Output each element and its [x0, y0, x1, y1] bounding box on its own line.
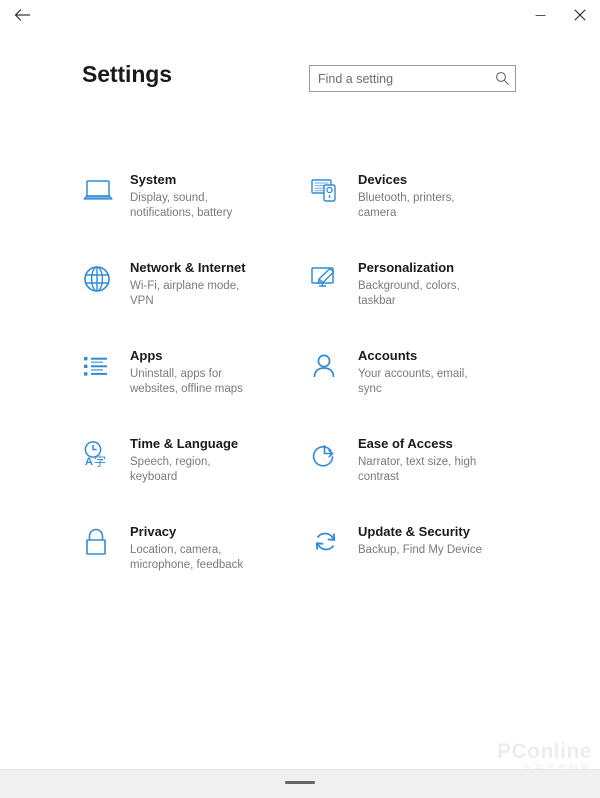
window-controls [520, 0, 600, 30]
search-box[interactable] [309, 65, 516, 92]
tile-description: Your accounts, email, sync [358, 368, 468, 395]
globe-icon [82, 258, 122, 298]
search-input[interactable] [310, 66, 489, 91]
tile-text: Personalization Background, colors, task… [350, 258, 488, 309]
monitor-brush-icon [310, 258, 350, 298]
back-arrow-icon [14, 8, 31, 22]
page-title: Settings [82, 61, 172, 87]
minimize-icon [535, 10, 546, 21]
tile-title: Update & Security [358, 524, 470, 539]
settings-tile-ease-of-access[interactable]: Ease of Access Narrator, text size, high… [310, 432, 532, 520]
settings-tile-privacy[interactable]: Privacy Location, camera, microphone, fe… [82, 520, 310, 608]
settings-tile-system[interactable]: System Display, sound, notifications, ba… [82, 168, 310, 256]
tile-text: Update & Security Backup, Find My Device [350, 522, 482, 558]
tile-title: Devices [358, 172, 408, 187]
person-icon [310, 346, 350, 386]
close-button[interactable] [560, 0, 600, 30]
settings-tile-devices[interactable]: Devices Bluetooth, printers, camera [310, 168, 532, 256]
tile-description: Backup, Find My Device [358, 544, 482, 556]
tile-description: Display, sound, notifications, battery [130, 192, 233, 219]
tile-description: Uninstall, apps for websites, offline ma… [130, 368, 243, 395]
tile-title: Accounts [358, 348, 418, 363]
tile-description: Bluetooth, printers, camera [358, 192, 455, 219]
page-header: Settings [0, 58, 600, 104]
tile-description: Background, colors, taskbar [358, 280, 460, 307]
settings-grid: System Display, sound, notifications, ba… [82, 168, 532, 608]
tile-text: Apps Uninstall, apps for websites, offli… [122, 346, 260, 397]
tile-title: Network & Internet [130, 260, 246, 275]
list-icon [82, 346, 122, 386]
tile-description: Speech, region, keyboard [130, 456, 211, 483]
tile-text: Ease of Access Narrator, text size, high… [350, 434, 488, 485]
minimize-button[interactable] [520, 0, 560, 30]
tile-title: Privacy [130, 524, 177, 539]
svg-text:字: 字 [94, 454, 106, 469]
tile-text: Devices Bluetooth, printers, camera [350, 170, 488, 221]
lock-icon [82, 522, 122, 562]
settings-tile-update-security[interactable]: Update & Security Backup, Find My Device [310, 520, 532, 608]
svg-text:A: A [85, 456, 93, 468]
settings-tile-network[interactable]: Network & Internet Wi-Fi, airplane mode,… [82, 256, 310, 344]
accessibility-icon [310, 434, 350, 474]
tile-description: Narrator, text size, high contrast [358, 456, 477, 483]
sync-refresh-icon [310, 522, 350, 562]
tile-text: Accounts Your accounts, email, sync [350, 346, 488, 397]
clock-language-icon: A 字 [82, 434, 122, 474]
close-icon [574, 9, 586, 21]
tile-description: Wi-Fi, airplane mode, VPN [130, 280, 240, 307]
tile-text: Privacy Location, camera, microphone, fe… [122, 522, 260, 573]
laptop-icon [82, 170, 122, 210]
bottom-bar [0, 769, 600, 798]
tile-description: Location, camera, microphone, feedback [130, 544, 244, 571]
tile-title: Ease of Access [358, 436, 453, 451]
back-button[interactable] [0, 0, 44, 30]
tile-text: System Display, sound, notifications, ba… [122, 170, 260, 221]
settings-tile-apps[interactable]: Apps Uninstall, apps for websites, offli… [82, 344, 310, 432]
tile-text: Network & Internet Wi-Fi, airplane mode,… [122, 258, 260, 309]
settings-tile-time-language[interactable]: A 字 Time & Language Speech, region, keyb… [82, 432, 310, 520]
keyboard-mouse-icon [310, 170, 350, 210]
tile-title: System [130, 172, 177, 187]
tile-title: Personalization [358, 260, 455, 275]
tile-text: Time & Language Speech, region, keyboard [122, 434, 260, 485]
settings-tile-personalization[interactable]: Personalization Background, colors, task… [310, 256, 532, 344]
search-icon[interactable] [489, 71, 515, 86]
settings-tile-accounts[interactable]: Accounts Your accounts, email, sync [310, 344, 532, 432]
tile-title: Apps [130, 348, 163, 363]
title-bar [0, 0, 600, 30]
tile-title: Time & Language [130, 436, 239, 451]
home-indicator[interactable] [285, 781, 315, 784]
watermark-brand: PConline [496, 740, 592, 763]
